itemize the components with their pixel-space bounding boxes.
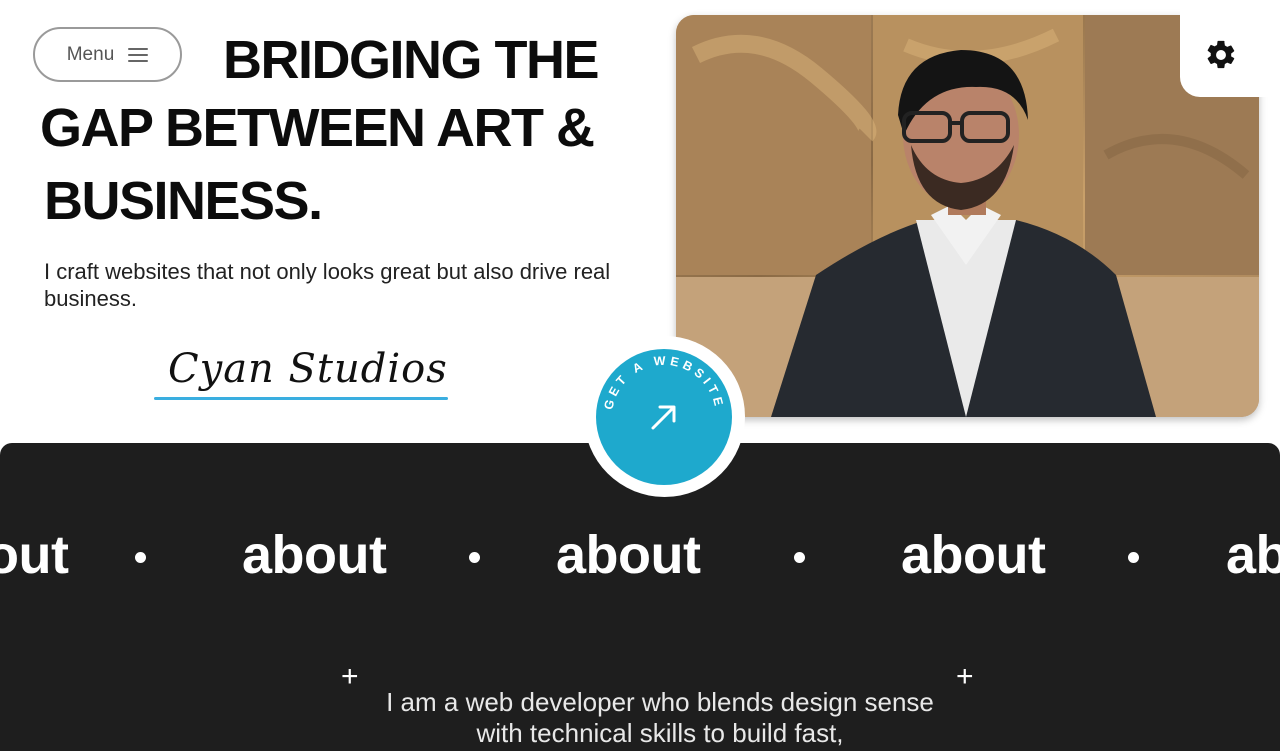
marquee-separator-dot	[1128, 552, 1139, 563]
signature-text: Cyan Studios	[168, 346, 448, 392]
badge-circle-text: GET A WEBSITE	[601, 354, 722, 411]
get-a-website-button[interactable]: GET A WEBSITE	[596, 349, 732, 485]
headline-line-3: BUSINESS.	[44, 171, 323, 231]
marquee-item: about	[242, 525, 387, 585]
hamburger-icon	[128, 47, 149, 62]
signature-logo: Cyan Studios	[150, 340, 460, 430]
menu-button[interactable]: Menu	[33, 27, 182, 82]
marquee-separator-dot	[794, 552, 805, 563]
marquee-item: about	[556, 525, 701, 585]
settings-corner	[1180, 0, 1280, 97]
gear-icon[interactable]	[1204, 38, 1238, 72]
marquee-separator-dot	[469, 552, 480, 563]
about-text: I am a web developer who blends design s…	[386, 687, 934, 748]
svg-text:GET A WEBSITE: GET A WEBSITE	[601, 354, 726, 411]
hero-subtitle: I craft websites that not only looks gre…	[44, 259, 611, 311]
headline-line-2: GAP BETWEEN ART &	[40, 98, 595, 158]
profile-photo	[676, 15, 1259, 417]
signature-underline	[154, 397, 448, 400]
marquee-item: out	[0, 525, 69, 585]
plus-icon: +	[341, 660, 359, 693]
arrow-up-right-icon	[651, 405, 676, 430]
marquee-item: about	[901, 525, 1046, 585]
menu-label: Menu	[66, 43, 115, 65]
marquee-separator-dot	[135, 552, 146, 563]
headline-line-1: BRIDGING THE	[223, 30, 600, 90]
about-marquee: out about about about ab	[0, 520, 1280, 590]
marquee-item: ab	[1226, 525, 1280, 585]
